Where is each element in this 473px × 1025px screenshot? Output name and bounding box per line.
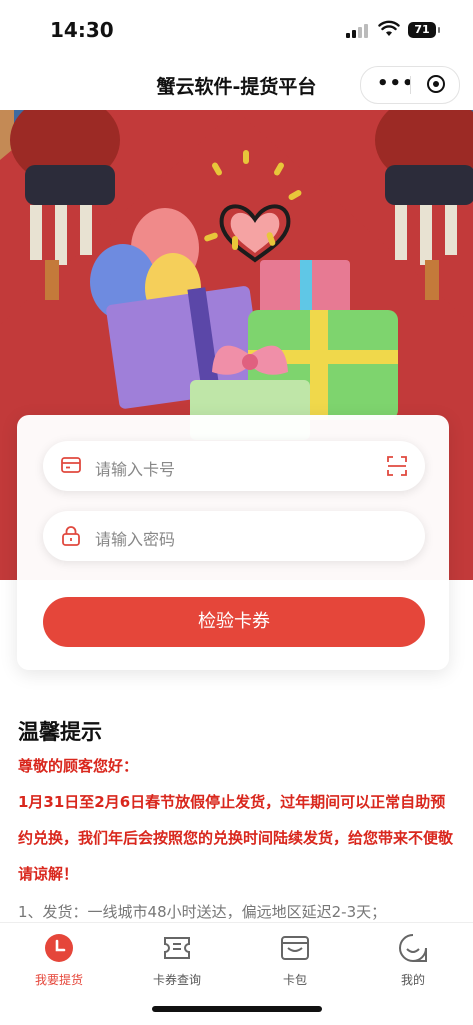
tips-title: 温馨提示 [18, 720, 102, 744]
scan-icon[interactable] [387, 456, 407, 476]
lock-icon [62, 526, 80, 546]
cellular-signal-icon [346, 24, 372, 38]
tips-notice: 1月31日至2月6日春节放假停止发货，过年期间可以正常自助预约兑换，我们年后会按… [18, 793, 454, 883]
tab-card-wallet[interactable]: 卡包 [236, 933, 354, 988]
mini-program-capsule: ••• [360, 66, 460, 104]
card-verify-panel: 请输入卡号 请输入密码 检验卡券 [17, 415, 449, 670]
battery-icon: 71 [408, 22, 440, 38]
tab-mine[interactable]: 我的 [354, 933, 472, 988]
status-bar: 14:30 71 [0, 0, 473, 60]
tips-greeting: 尊敬的顾客您好： [18, 757, 139, 775]
clock-icon [45, 934, 73, 962]
tab-label: 我要提货 [34, 973, 83, 987]
status-time: 14:30 [50, 18, 114, 42]
password-field[interactable]: 请输入密码 [43, 511, 425, 561]
tab-label: 卡包 [282, 973, 307, 987]
wifi-icon [378, 20, 400, 36]
tab-pickup[interactable]: 我要提货 [0, 933, 118, 988]
card-number-input[interactable]: 请输入卡号 [95, 456, 175, 480]
tab-label: 卡券查询 [152, 973, 201, 987]
close-mini-program-icon[interactable] [427, 75, 445, 93]
verify-card-button[interactable]: 检验卡券 [43, 597, 425, 647]
password-input[interactable]: 请输入密码 [95, 526, 175, 550]
tips-shipping-line: 1、发货：一线城市48小时送达，偏远地区延迟2-3天； [18, 903, 387, 921]
card-icon [61, 457, 81, 473]
coupon-icon [164, 937, 190, 959]
home-indicator [152, 1006, 322, 1012]
tab-card-query[interactable]: 卡券查询 [118, 933, 236, 988]
tab-label: 我的 [400, 973, 425, 987]
card-number-field[interactable]: 请输入卡号 [43, 441, 425, 491]
capsule-divider [410, 76, 411, 94]
more-options-icon[interactable]: ••• [377, 75, 415, 93]
wallet-icon [281, 936, 309, 960]
smile-chat-icon [399, 934, 427, 962]
tips-section: 温馨提示 尊敬的顾客您好： 1月31日至2月6日春节放假停止发货，过年期间可以正… [18, 716, 458, 924]
nav-bar: 蟹云软件-提货平台 ••• [0, 60, 473, 110]
